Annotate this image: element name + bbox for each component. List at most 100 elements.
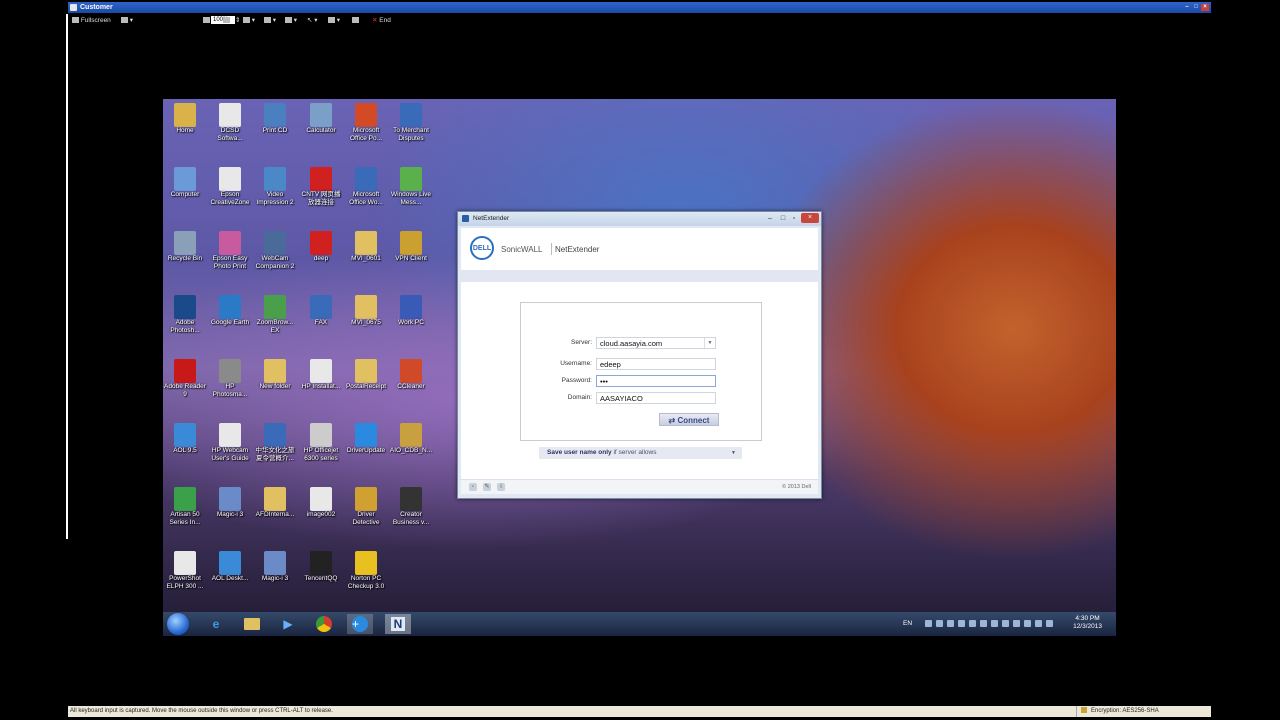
- desktop-icon[interactable]: Norton PC Checkup 3.0: [344, 551, 388, 591]
- desktop-icon[interactable]: HP Photosma...: [208, 359, 252, 399]
- desktop-icon-image: [310, 359, 332, 383]
- desktop-icon[interactable]: Recycle Bin: [163, 231, 207, 263]
- desktop-icon[interactable]: ZoomBrow... EX: [253, 295, 297, 335]
- username-field[interactable]: edeep: [596, 358, 716, 370]
- desktop-icon[interactable]: Artisan 50 Series In...: [163, 487, 207, 527]
- language-indicator[interactable]: EN: [903, 620, 912, 627]
- tool-1[interactable]: [203, 17, 210, 25]
- tray-icon[interactable]: [925, 620, 932, 627]
- desktop-icon[interactable]: Google Earth: [208, 295, 252, 327]
- maximize-button[interactable]: □: [1192, 4, 1200, 11]
- info-icon[interactable]: i: [497, 483, 505, 491]
- desktop-icon[interactable]: image002: [299, 487, 343, 519]
- desktop-icon[interactable]: Driver Detective: [344, 487, 388, 527]
- desktop-icon[interactable]: VPN Client: [389, 231, 433, 263]
- desktop-icon[interactable]: WebCam Companion 2: [253, 231, 297, 271]
- desktop-icon[interactable]: DCSD Softwa...: [208, 103, 252, 143]
- tray-icon[interactable]: [1002, 620, 1009, 627]
- chrome-taskbar-icon[interactable]: [311, 614, 337, 634]
- aol-taskbar-icon[interactable]: ▶: [275, 614, 301, 634]
- tool-7[interactable]: ▾: [328, 17, 340, 25]
- server-field[interactable]: cloud.aasayia.com ▼: [596, 337, 716, 349]
- desktop-icon[interactable]: CCleaner: [389, 359, 433, 391]
- tool-3[interactable]: ▾: [243, 17, 255, 25]
- desktop-icon[interactable]: Print CD: [253, 103, 297, 135]
- desktop-icon[interactable]: TencentQQ: [299, 551, 343, 583]
- desktop-icon[interactable]: HP Officejet 6300 series: [299, 423, 343, 463]
- desktop-icon[interactable]: FAX: [299, 295, 343, 327]
- tool-6[interactable]: ↖ ▾: [307, 17, 318, 25]
- tool-2[interactable]: [223, 17, 230, 25]
- desktop-icon[interactable]: MVI_0675: [344, 295, 388, 327]
- explorer-taskbar-icon[interactable]: [239, 614, 265, 634]
- ne-maximize-button[interactable]: □: [778, 213, 788, 224]
- desktop-icon[interactable]: AFDInterna...: [253, 487, 297, 519]
- tray-icon[interactable]: [991, 620, 998, 627]
- password-field[interactable]: •••: [596, 375, 716, 387]
- netextender-taskbar-icon[interactable]: N: [385, 614, 411, 634]
- save-credentials-dropdown[interactable]: Save user name only if server allows ▼: [539, 447, 742, 459]
- desktop-icon[interactable]: HP Webcam User's Guide: [208, 423, 252, 463]
- desktop-icon[interactable]: 中华文化之旅 夏令营概介...: [253, 423, 297, 463]
- desktop-icon[interactable]: AOL 9.5: [163, 423, 207, 455]
- desktop-icon[interactable]: Magic-i 3: [253, 551, 297, 583]
- desktop-icon[interactable]: Windows Live Mess...: [389, 167, 433, 207]
- desktop-icon-image: [310, 231, 332, 255]
- tray-icon[interactable]: [969, 620, 976, 627]
- desktop-icon[interactable]: Computer: [163, 167, 207, 199]
- tool-8[interactable]: [352, 17, 359, 25]
- desktop-icon[interactable]: HP Installat...: [299, 359, 343, 391]
- desktop-icon[interactable]: AOL Deskt...: [208, 551, 252, 583]
- fullscreen-button[interactable]: Fullscreen: [72, 17, 111, 25]
- desktop-icon[interactable]: Adobe Photosh...: [163, 295, 207, 335]
- desktop-icon[interactable]: Work PC: [389, 295, 433, 327]
- desktop-icon[interactable]: Magic-i 3: [208, 487, 252, 519]
- desktop-icon[interactable]: AIO_CDB_N...: [389, 423, 433, 455]
- desktop-icon[interactable]: Epson CreativeZone: [208, 167, 252, 207]
- desktop-icon[interactable]: To Merchant Disputes: [389, 103, 433, 143]
- connect-button[interactable]: ⇄ Connect: [659, 413, 719, 426]
- ne-close-button[interactable]: ×: [801, 213, 819, 223]
- clock[interactable]: 4:30 PM 12/3/2013: [1073, 615, 1102, 631]
- desktop-icon-label: Epson Easy Photo Print: [212, 255, 248, 270]
- chevron-down-icon[interactable]: ▼: [704, 338, 715, 348]
- desktop-icon[interactable]: MVI_0601: [344, 231, 388, 263]
- settings-icon[interactable]: ✎: [483, 483, 491, 491]
- tray-icon[interactable]: [980, 620, 987, 627]
- desktop-icon[interactable]: Microsoft Office Wo...: [344, 167, 388, 207]
- remote-taskbar-icon[interactable]: +: [347, 614, 373, 634]
- ne-restore-button[interactable]: ▫: [789, 213, 799, 224]
- tray-icon[interactable]: [958, 620, 965, 627]
- end-session-button[interactable]: ✕ End: [372, 17, 391, 25]
- minimize-button[interactable]: –: [1183, 4, 1191, 11]
- desktop-icon[interactable]: deep: [299, 231, 343, 263]
- tray-icon[interactable]: [1035, 620, 1042, 627]
- desktop-icon[interactable]: Home: [163, 103, 207, 135]
- desktop-icon[interactable]: DriverUpdate: [344, 423, 388, 455]
- menu-icon[interactable]: ▫: [469, 483, 477, 491]
- desktop-icon[interactable]: Microsoft Office Po...: [344, 103, 388, 143]
- volume-icon[interactable]: [1046, 620, 1053, 627]
- desktop-icon[interactable]: Adobe Reader 9: [163, 359, 207, 399]
- desktop-icon[interactable]: Epson Easy Photo Print: [208, 231, 252, 271]
- desktop-icon[interactable]: New folder: [253, 359, 297, 391]
- tool-4[interactable]: ▾: [264, 17, 276, 25]
- close-button[interactable]: ×: [1201, 4, 1209, 11]
- start-button[interactable]: [167, 613, 189, 635]
- zoom-dropdown-icon[interactable]: ⇕: [235, 17, 240, 25]
- desktop-icon[interactable]: Video Impression 2: [253, 167, 297, 207]
- domain-field[interactable]: AASAYIACO: [596, 392, 716, 404]
- tool-5[interactable]: ▾: [285, 17, 297, 25]
- desktop-icon[interactable]: CNTV 网页播放器连接: [299, 167, 343, 207]
- desktop-icon[interactable]: PowerShot ELPH 300 ...: [163, 551, 207, 591]
- tray-icon[interactable]: [947, 620, 954, 627]
- desktop-icon[interactable]: PostalReceipt: [344, 359, 388, 391]
- view-options-button[interactable]: ▾: [121, 17, 133, 25]
- tray-icon[interactable]: [1024, 620, 1031, 627]
- tray-icon[interactable]: [936, 620, 943, 627]
- desktop-icon[interactable]: Creator Business v...: [389, 487, 433, 527]
- desktop-icon[interactable]: Calculator: [299, 103, 343, 135]
- ne-minimize-button[interactable]: –: [765, 213, 775, 224]
- ie-taskbar-icon[interactable]: e: [203, 614, 229, 634]
- tray-icon[interactable]: [1013, 620, 1020, 627]
